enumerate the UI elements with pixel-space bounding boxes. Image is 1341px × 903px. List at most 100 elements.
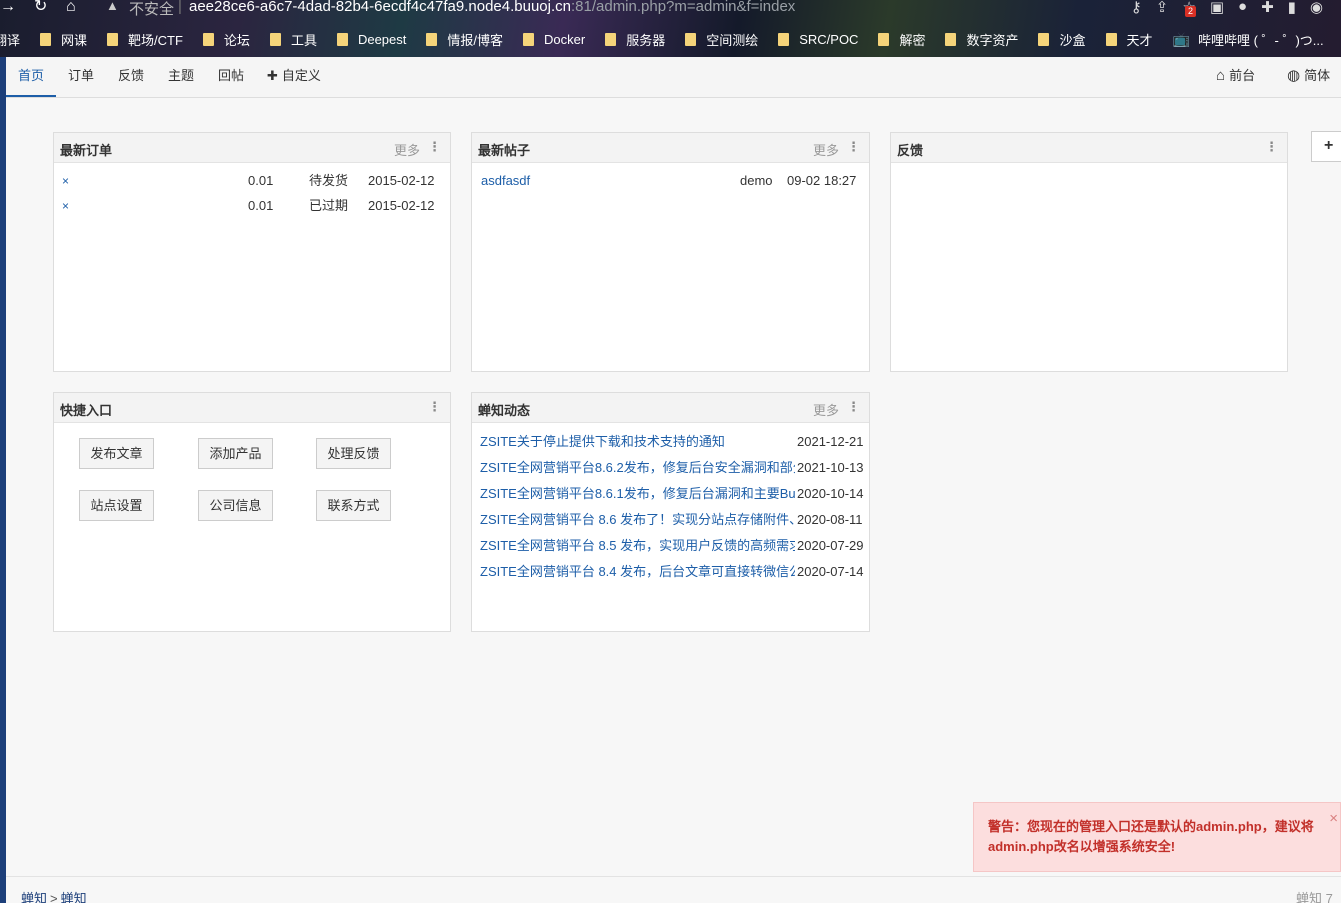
more-options-icon[interactable]: ⋮ xyxy=(1265,139,1278,155)
insecure-label[interactable]: 不安全 xyxy=(129,0,174,19)
panel-header: 反馈 ⋮ xyxy=(891,133,1287,163)
globe-icon: ◍ xyxy=(1287,67,1301,84)
breadcrumb-item[interactable]: 蝉知 xyxy=(21,891,47,903)
order-amount: 0.01 xyxy=(248,198,274,213)
extension-badge: 2 xyxy=(1185,6,1197,17)
language-switcher[interactable]: ◍ 简体 xyxy=(1287,57,1330,97)
address-bar[interactable]: → ↻ ⌂ ▲ 不安全 | aee28ce6-a6c7-4dad-82b4-6e… xyxy=(0,0,1341,22)
bookmark-item[interactable]: 解密 xyxy=(878,30,925,49)
news-title-link[interactable]: ZSITE全网营销平台 8.5 发布，实现用户反馈的高频需求 xyxy=(480,536,795,556)
bookmark-item[interactable]: 网课 xyxy=(40,30,87,49)
bookmark-item[interactable]: 数字资产 xyxy=(945,30,1018,49)
bookmark-item[interactable]: 工具 xyxy=(269,30,317,49)
tab-custom[interactable]: ✚ 自定义 xyxy=(267,57,321,97)
tab-home[interactable]: 首页 xyxy=(6,57,57,97)
site-settings-button[interactable]: 站点设置 xyxy=(79,490,154,521)
order-mark[interactable]: × xyxy=(62,199,69,213)
bookmark-label: SRC/POC xyxy=(799,31,859,47)
bookmark-label: 沙盒 xyxy=(1059,32,1086,48)
contact-info-button[interactable]: 联系方式 xyxy=(316,490,391,521)
url-text[interactable]: aee28ce6-a6c7-4dad-82b4-6ecdf4c47fa9.nod… xyxy=(189,0,795,15)
bookmark-label: 天才 xyxy=(1126,32,1153,48)
news-date: 2021-10-13 xyxy=(797,460,864,475)
folder-icon xyxy=(1038,32,1050,46)
breadcrumb-separator: > xyxy=(50,891,58,903)
panel-header: 最新订单 更多 ⋮ xyxy=(54,133,450,163)
bookmark-label: 翻译 xyxy=(0,32,21,48)
more-options-icon[interactable]: ⋮ xyxy=(847,139,860,155)
bookmark-label: 哔哩哔哩 ( ゜- ゜)つ... xyxy=(1197,32,1324,48)
news-title-link[interactable]: ZSITE全网营销平台 8.6 发布了！实现分站点存储附件、 xyxy=(480,510,795,530)
more-link[interactable]: 更多 xyxy=(394,140,420,159)
browser-chrome: → ↻ ⌂ ▲ 不安全 | aee28ce6-a6c7-4dad-82b4-6e… xyxy=(0,0,1341,57)
order-row[interactable]: × xyxy=(62,171,69,191)
news-title-link[interactable]: ZSITE全网营销平台 8.4 发布，后台文章可直接转微信公众号 xyxy=(480,562,795,582)
company-info-button[interactable]: 公司信息 xyxy=(198,490,273,521)
post-title-link[interactable]: asdfasdf xyxy=(481,171,530,191)
frontend-link[interactable]: ⌂ 前台 xyxy=(1216,57,1255,97)
back-arrow-icon[interactable]: → xyxy=(0,0,16,15)
share-icon[interactable]: ⇪ xyxy=(1156,0,1169,16)
bookmark-item[interactable]: Deepest xyxy=(336,32,406,47)
reload-icon[interactable]: ↻ xyxy=(34,0,47,15)
add-widget-button[interactable]: + xyxy=(1311,131,1341,162)
circle-icon[interactable]: ● xyxy=(1238,0,1247,16)
puzzle-icon[interactable]: ✚ xyxy=(1261,0,1274,16)
tab-custom-label: 自定义 xyxy=(281,68,321,83)
more-options-icon[interactable]: ⋮ xyxy=(428,139,441,155)
bookmark-item[interactable]: 天才 xyxy=(1105,30,1153,49)
url-separator: | xyxy=(178,0,182,15)
panel-latest-posts: 最新帖子 更多 ⋮ asdfasdf demo 09-02 18:27 xyxy=(471,132,870,372)
publish-article-button[interactable]: 发布文章 xyxy=(79,438,154,469)
folder-icon xyxy=(269,32,281,46)
panel-zsite-news: 蝉知动态 更多 ⋮ ZSITE关于停止提供下载和技术支持的通知 2021-12-2… xyxy=(471,392,870,632)
folder-icon xyxy=(605,32,617,46)
more-options-icon[interactable]: ⋮ xyxy=(847,399,860,415)
sidepanel-icon[interactable]: ▮ xyxy=(1288,0,1296,16)
folder-icon xyxy=(202,32,214,46)
news-title-link[interactable]: ZSITE全网营销平台8.6.1发布，修复后台漏洞和主要Bug xyxy=(480,484,795,504)
order-status: 待发货 xyxy=(309,173,349,188)
add-product-button[interactable]: 添加产品 xyxy=(198,438,273,469)
bookmark-item[interactable]: Docker xyxy=(523,32,585,47)
order-mark[interactable]: × xyxy=(62,174,69,188)
news-date: 2020-07-14 xyxy=(797,564,864,579)
close-icon[interactable]: × xyxy=(1329,809,1338,829)
bookmark-item[interactable]: 翻译 xyxy=(0,30,20,49)
bookmark-item[interactable]: 空间测绘 xyxy=(685,30,758,49)
panel-title: 最新帖子 xyxy=(478,143,531,158)
bookmark-label: 解密 xyxy=(899,32,926,48)
folder-icon xyxy=(1105,32,1117,46)
more-options-icon[interactable]: ⋮ xyxy=(428,399,441,415)
more-link[interactable]: 更多 xyxy=(813,400,839,419)
bookmark-item[interactable]: 情报/博客 xyxy=(426,30,503,49)
more-link[interactable]: 更多 xyxy=(813,140,839,159)
tab-orders[interactable]: 订单 xyxy=(68,57,94,97)
bookmark-item[interactable]: 沙盒 xyxy=(1038,30,1086,49)
post-time: 09-02 18:27 xyxy=(787,173,857,188)
breadcrumb-item[interactable]: 蝉知 xyxy=(61,891,87,903)
admin-topnav: 首页 订单 反馈 主题 回帖 ✚ 自定义 ⌂ 前台 ◍ 简体 xyxy=(6,57,1341,98)
news-title-link[interactable]: ZSITE关于停止提供下载和技术支持的通知 xyxy=(480,432,795,452)
bookmark-item[interactable]: 📺 哔哩哔哩 ( ゜- ゜)つ... xyxy=(1173,30,1324,49)
bookmark-item[interactable]: 服务器 xyxy=(605,30,665,49)
tab-threads[interactable]: 主题 xyxy=(168,57,194,97)
news-title-link[interactable]: ZSITE全网营销平台8.6.2发布，修复后台安全漏洞和部分问题 xyxy=(480,458,795,478)
panel-feedback: 反馈 ⋮ xyxy=(890,132,1288,372)
breadcrumb: 蝉知 > 蝉知 xyxy=(21,888,87,903)
bookmark-label: 数字资产 xyxy=(966,32,1019,48)
bookmark-item[interactable]: 论坛 xyxy=(202,30,250,49)
avatar[interactable]: ◉ xyxy=(1310,0,1323,16)
folder-icon xyxy=(685,32,697,46)
bookmark-item[interactable]: 靶场/CTF xyxy=(107,30,183,49)
footer: 蝉知 > 蝉知 蝉知 7 xyxy=(6,876,1341,903)
tab-feedback[interactable]: 反馈 xyxy=(118,57,144,97)
handle-feedback-button[interactable]: 处理反馈 xyxy=(316,438,391,469)
folder-icon xyxy=(778,32,790,46)
tab-replies[interactable]: 回帖 xyxy=(218,57,244,97)
key-icon[interactable]: ⚷ xyxy=(1131,0,1142,16)
bookmark-item[interactable]: SRC/POC xyxy=(778,32,858,47)
order-row[interactable]: × xyxy=(62,196,69,216)
extension-icon[interactable]: ▣ xyxy=(1210,0,1224,16)
home-icon[interactable]: ⌂ xyxy=(66,0,76,15)
